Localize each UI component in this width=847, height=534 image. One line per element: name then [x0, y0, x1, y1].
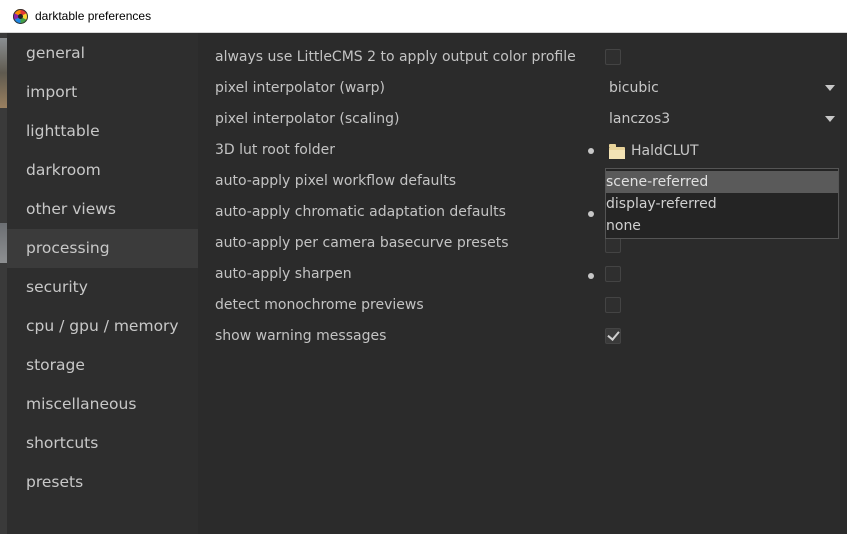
sidebar-item-storage[interactable]: storage	[7, 346, 198, 385]
warnings-checkbox[interactable]	[605, 328, 621, 344]
sidebar-item-label: general	[26, 44, 85, 62]
sidebar-item-label: other views	[26, 200, 116, 218]
lut-folder-chooser[interactable]: HaldCLUT	[607, 143, 807, 163]
modified-indicator-dot	[588, 273, 594, 279]
sidebar-item-label: shortcuts	[26, 434, 99, 452]
background-thumbnail	[0, 38, 7, 108]
interp-scaling-value: lanczos3	[609, 111, 671, 127]
sidebar-item-label: security	[26, 278, 88, 296]
background-thumbnail	[0, 223, 7, 263]
sidebar-item-label: processing	[26, 239, 110, 257]
sidebar-item-processing[interactable]: processing	[7, 229, 198, 268]
basecurve-presets-label: auto-apply per camera basecurve presets	[215, 235, 509, 251]
chevron-down-icon	[825, 116, 835, 122]
sidebar-item-label: darkroom	[26, 161, 101, 179]
interp-warp-dropdown[interactable]: bicubic	[605, 77, 841, 99]
sharpen-checkbox[interactable]	[605, 266, 621, 282]
background-window-edge	[0, 33, 7, 534]
workflow-option-scene-referred[interactable]: scene-referred	[606, 171, 838, 193]
monochrome-label: detect monochrome previews	[215, 297, 424, 313]
warnings-label: show warning messages	[215, 328, 387, 344]
sidebar-item-general[interactable]: general	[7, 34, 198, 73]
sidebar-item-other-views[interactable]: other views	[7, 190, 198, 229]
interp-scaling-dropdown[interactable]: lanczos3	[605, 108, 841, 130]
checkmark-icon	[607, 328, 620, 341]
sidebar-item-label: presets	[26, 473, 84, 491]
workflow-defaults-popup: scene-referred display-referred none	[605, 168, 839, 239]
processing-settings-panel: always use LittleCMS 2 to apply output c…	[198, 33, 847, 534]
workflow-defaults-label: auto-apply pixel workflow defaults	[215, 173, 457, 189]
sidebar-item-miscellaneous[interactable]: miscellaneous	[7, 385, 198, 424]
sidebar-item-label: storage	[26, 356, 85, 374]
basecurve-presets-checkbox[interactable]	[605, 237, 621, 253]
sidebar-item-label: lighttable	[26, 122, 100, 140]
darktable-logo-icon	[13, 9, 28, 24]
sidebar-item-shortcuts[interactable]: shortcuts	[7, 424, 198, 463]
use-littlecms-label: always use LittleCMS 2 to apply output c…	[215, 49, 576, 65]
sidebar-item-cpu-gpu-memory[interactable]: cpu / gpu / memory	[7, 307, 198, 346]
sidebar-item-presets[interactable]: presets	[7, 463, 198, 502]
folder-icon	[609, 144, 625, 159]
sidebar-item-label: cpu / gpu / memory	[26, 317, 179, 335]
preferences-sidebar: general import lighttable darkroom other…	[7, 33, 198, 534]
sidebar-item-label: miscellaneous	[26, 395, 137, 413]
sidebar-item-security[interactable]: security	[7, 268, 198, 307]
sidebar-item-lighttable[interactable]: lighttable	[7, 112, 198, 151]
interp-warp-label: pixel interpolator (warp)	[215, 80, 385, 96]
workflow-option-none[interactable]: none	[606, 215, 838, 237]
title-bar: darktable preferences	[0, 0, 847, 33]
modified-indicator-dot	[588, 211, 594, 217]
sidebar-item-darkroom[interactable]: darkroom	[7, 151, 198, 190]
modified-indicator-dot	[588, 148, 594, 154]
interp-scaling-label: pixel interpolator (scaling)	[215, 111, 400, 127]
window-title: darktable preferences	[35, 9, 152, 23]
sidebar-item-import[interactable]: import	[7, 73, 198, 112]
use-littlecms-checkbox[interactable]	[605, 49, 621, 65]
monochrome-checkbox[interactable]	[605, 297, 621, 313]
chromatic-adaptation-label: auto-apply chromatic adaptation defaults	[215, 204, 506, 220]
workflow-option-display-referred[interactable]: display-referred	[606, 193, 838, 215]
sidebar-item-label: import	[26, 83, 78, 101]
chevron-down-icon	[825, 85, 835, 91]
lut-folder-label: 3D lut root folder	[215, 142, 335, 158]
lut-folder-value: HaldCLUT	[631, 143, 699, 159]
interp-warp-value: bicubic	[609, 80, 659, 96]
sharpen-label: auto-apply sharpen	[215, 266, 352, 282]
